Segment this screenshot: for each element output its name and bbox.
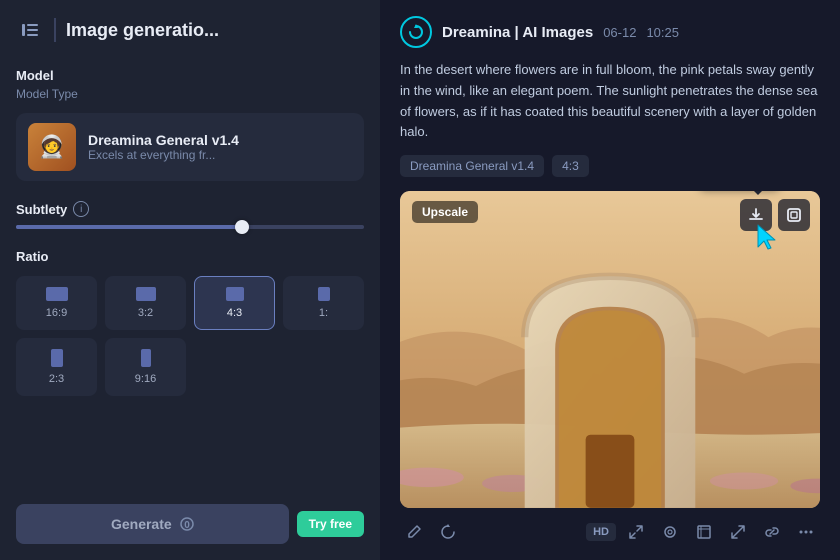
ratio-btn-4-3[interactable]: 4:3 <box>194 276 275 330</box>
lightning-icon: 0 <box>180 517 194 531</box>
ratio-icon-4-3 <box>226 287 244 301</box>
generate-label: Generate <box>111 516 172 532</box>
subtlety-info-icon[interactable]: i <box>73 201 89 217</box>
ratio-btn-16-9[interactable]: 16:9 <box>16 276 97 330</box>
image-container: Upscale Download <box>400 191 820 508</box>
ratio-grid-row2: 2:3 9:16 <box>16 338 364 396</box>
resize-icon <box>730 524 746 540</box>
tag-ratio: 4:3 <box>552 155 589 177</box>
refresh-icon <box>440 524 456 540</box>
header-time: 10:25 <box>646 25 679 40</box>
ratio-icon-1x <box>318 287 330 301</box>
subtlety-label: Subtlety <box>16 202 67 217</box>
expand-icon <box>786 207 802 223</box>
svg-text:0: 0 <box>184 520 190 531</box>
bottom-toolbar: HD <box>380 508 840 560</box>
slider-thumb <box>235 220 249 234</box>
more-icon <box>798 524 814 540</box>
upscale-badge[interactable]: Upscale <box>412 201 478 223</box>
ratio-icon-9-16 <box>141 349 151 367</box>
ratio-icon-2-3 <box>51 349 63 367</box>
hd-badge: HD <box>586 523 616 541</box>
ratio-grid-row1: 16:9 3:2 4:3 1: <box>16 276 364 330</box>
crop-icon <box>696 524 712 540</box>
generate-button[interactable]: Generate 0 <box>16 504 289 544</box>
sidebar-toggle-icon[interactable] <box>16 16 44 44</box>
ratio-label-1x: 1: <box>319 307 328 319</box>
model-thumbnail: 🧑‍🚀 <box>28 123 76 171</box>
generate-bar: Generate 0 Try free <box>16 504 364 544</box>
ratio-btn-1x[interactable]: 1: <box>283 276 364 330</box>
image-actions-top: Download <box>740 199 810 231</box>
crop-icon-btn[interactable] <box>690 518 718 546</box>
expand-button[interactable] <box>778 199 810 231</box>
ratio-btn-2-3[interactable]: 2:3 <box>16 338 97 396</box>
page-title: Image generatio... <box>66 20 219 41</box>
right-panel: Dreamina | AI Images 06-12 10:25 In the … <box>380 0 840 560</box>
ratio-label: Ratio <box>16 249 364 264</box>
download-button[interactable]: Download <box>740 199 772 231</box>
slider-fill <box>16 225 242 229</box>
ratio-icon-3-2 <box>136 287 156 301</box>
model-description: Excels at everything fr... <box>88 148 352 162</box>
subtlety-row: Subtlety i <box>16 201 364 217</box>
model-type-label: Model Type <box>16 87 364 101</box>
model-card[interactable]: 🧑‍🚀 Dreamina General v1.4 Excels at ever… <box>16 113 364 181</box>
left-panel: Image generatio... Model Model Type 🧑‍🚀 … <box>0 0 380 560</box>
header-divider <box>54 18 56 42</box>
model-name: Dreamina General v1.4 <box>88 132 352 148</box>
ratio-label-4-3: 4:3 <box>227 307 242 319</box>
ratio-btn-3-2[interactable]: 3:2 <box>105 276 186 330</box>
ratio-label-2-3: 2:3 <box>49 373 64 385</box>
ratio-label-3-2: 3:2 <box>138 307 153 319</box>
resize-icon-btn[interactable] <box>724 518 752 546</box>
subtlety-slider[interactable] <box>16 225 364 229</box>
link-icon <box>764 524 780 540</box>
model-section: Model Model Type 🧑‍🚀 Dreamina General v1… <box>16 68 364 181</box>
tag-model: Dreamina General v1.4 <box>400 155 544 177</box>
header-date: 06-12 <box>603 25 636 40</box>
right-header: Dreamina | AI Images 06-12 10:25 <box>380 0 840 60</box>
model-info: Dreamina General v1.4 Excels at everythi… <box>88 132 352 162</box>
ratio-btn-9-16[interactable]: 9:16 <box>105 338 186 396</box>
ratio-label-9-16: 9:16 <box>135 373 156 385</box>
ratio-label-16-9: 16:9 <box>46 307 67 319</box>
refresh-icon-btn[interactable] <box>434 518 462 546</box>
ratio-icon-16-9 <box>46 287 68 301</box>
tags-row: Dreamina General v1.4 4:3 <box>380 155 840 191</box>
app-icon <box>400 16 432 48</box>
model-section-label: Model <box>16 68 364 83</box>
upscale-icon-btn[interactable] <box>622 518 650 546</box>
upscale-icon <box>628 524 644 540</box>
panel-header: Image generatio... <box>16 16 364 44</box>
pencil-icon <box>406 524 422 540</box>
brush-icon <box>662 524 678 540</box>
more-icon-btn[interactable] <box>792 518 820 546</box>
brush-icon-btn[interactable] <box>656 518 684 546</box>
description-text: In the desert where flowers are in full … <box>380 60 840 155</box>
link-icon-btn[interactable] <box>758 518 786 546</box>
try-free-badge[interactable]: Try free <box>297 511 364 537</box>
app-name: Dreamina | AI Images <box>442 24 593 41</box>
edit-icon-btn[interactable] <box>400 518 428 546</box>
